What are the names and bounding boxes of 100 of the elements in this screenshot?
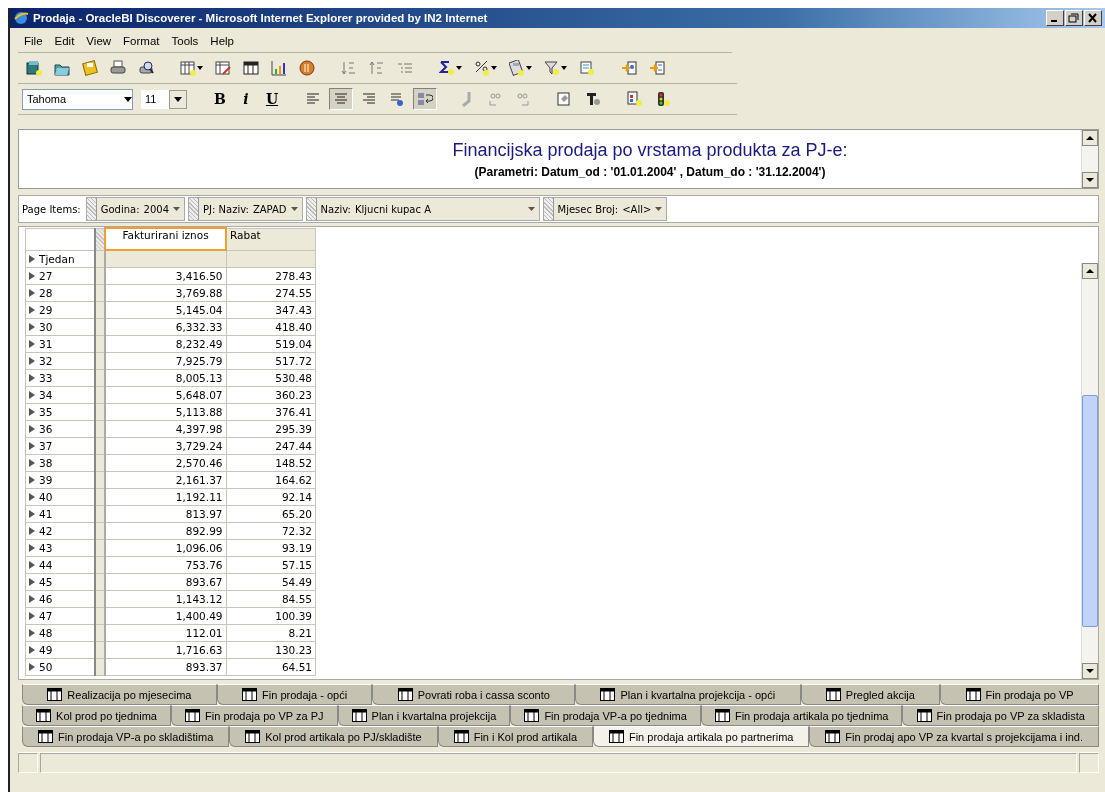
row-label: 42 <box>39 525 53 537</box>
scroll-up-icon[interactable] <box>1082 263 1098 279</box>
italic-button[interactable]: i <box>235 91 257 107</box>
menu-item[interactable]: Tools <box>167 34 203 48</box>
expand-arrow-icon[interactable] <box>29 595 35 603</box>
page-item-dropdown[interactable]: Mjesec Broj: <All> <box>542 197 668 221</box>
fill-color-icon <box>389 91 405 107</box>
sheet-tab[interactable]: Plan i kvartalna projekcija - opći <box>575 684 801 705</box>
align-right-icon <box>361 91 377 107</box>
table-cell: 4,397.98 <box>105 420 226 438</box>
sheet-tab[interactable]: Fin prodaja artikala po partnerima <box>592 726 810 747</box>
table-cell: 813.97 <box>105 505 226 523</box>
sheet-tab[interactable]: Fin prodaja VP-a po tjednima <box>510 705 701 726</box>
table-cell: 6,332.33 <box>105 318 226 336</box>
sheet-tab[interactable]: Fin prodaja VP-a po skladištima <box>22 726 230 747</box>
scroll-down-icon[interactable] <box>1082 663 1098 679</box>
minimize-icon[interactable] <box>1046 10 1064 26</box>
sheet-tab[interactable]: Fin prodaja po VP za PJ <box>171 705 338 726</box>
restore-icon[interactable] <box>1065 10 1083 26</box>
scrollbar[interactable] <box>1081 130 1098 188</box>
row-label: 40 <box>39 491 53 503</box>
scroll-down-icon[interactable] <box>1082 172 1098 188</box>
table-cell: 1,192.11 <box>105 488 226 506</box>
menu-item[interactable]: Help <box>206 34 238 48</box>
expand-arrow-icon[interactable] <box>29 578 35 586</box>
expand-arrow-icon[interactable] <box>29 493 35 501</box>
expand-arrow-icon[interactable] <box>29 510 35 518</box>
scroll-thumb[interactable] <box>1082 395 1098 627</box>
sheet-tab[interactable]: Fin prodaja - opći <box>216 684 373 705</box>
sheet-tab[interactable]: Fin prodaja artikala po tjednima <box>700 705 903 726</box>
table-cell: 100.39 <box>226 607 316 625</box>
menu-item[interactable]: View <box>82 34 116 48</box>
page-item-dropdown[interactable]: Godina: 2004 <box>85 197 185 221</box>
increase-decimal-icon <box>487 91 503 107</box>
row-label: 44 <box>39 559 53 571</box>
sheet-icon <box>965 688 981 701</box>
table-cell: 5,648.07 <box>105 386 226 404</box>
column-header[interactable]: Rabat <box>226 228 316 250</box>
caret-icon <box>456 66 462 70</box>
expand-arrow-icon[interactable] <box>29 527 35 535</box>
expand-arrow-icon[interactable] <box>29 340 35 348</box>
page-item-dropdown[interactable]: PJ: Naziv: ZAPAD <box>188 197 303 221</box>
traffic-light-icon <box>655 91 671 107</box>
sheet-tab[interactable]: Fin prodaj apo VP za kvartal s projekcijama i ind. <box>809 726 1099 747</box>
expand-arrow-icon[interactable] <box>29 425 35 433</box>
sheet-icon <box>916 709 932 722</box>
expand-arrow-icon[interactable] <box>29 391 35 399</box>
expand-arrow-icon[interactable] <box>29 374 35 382</box>
underline-button[interactable]: U <box>261 91 283 107</box>
sheet-tab[interactable]: Fin i Kol prod artikala <box>437 726 593 747</box>
column-header[interactable]: Fakturirani iznos <box>105 228 226 250</box>
text-format-icon <box>585 91 601 107</box>
expand-arrow-icon[interactable] <box>29 612 35 620</box>
font-dropdown[interactable]: Tahoma <box>22 88 133 110</box>
window-title: Prodaja - OracleBI Discoverer - Microsoft Internet Explorer provided by IN2 Internet <box>33 12 489 24</box>
table-cell: 92.14 <box>226 488 316 506</box>
menu-item[interactable]: Edit <box>50 34 79 48</box>
sheet-tab[interactable]: Kol prod po tjednima <box>22 705 171 726</box>
expand-arrow-icon[interactable] <box>29 459 35 467</box>
menu-item[interactable]: Format <box>119 34 164 48</box>
conditional-format-icon <box>627 91 643 107</box>
table-cell: 112.01 <box>105 624 226 642</box>
table-cell: 892.99 <box>105 522 226 540</box>
font-size-dropdown[interactable]: 11 <box>141 89 187 109</box>
expand-arrow-icon[interactable] <box>29 289 35 297</box>
expand-arrow-icon[interactable] <box>29 408 35 416</box>
table-cell: 274.55 <box>226 284 316 302</box>
caret-icon <box>174 96 182 102</box>
expand-arrow-icon[interactable] <box>29 323 35 331</box>
bold-button[interactable]: B <box>209 91 231 107</box>
sheet-tab[interactable]: Povrati roba i cassa sconto <box>372 684 576 705</box>
sheet-tab[interactable]: Kol prod artikala po PJ/skladište <box>229 726 438 747</box>
expand-arrow-icon[interactable] <box>29 561 35 569</box>
expand-arrow-icon[interactable] <box>29 544 35 552</box>
sheet-icon <box>185 709 201 722</box>
table-cell: 530.48 <box>226 369 316 387</box>
expand-arrow-icon[interactable] <box>29 306 35 314</box>
expand-arrow-icon[interactable] <box>29 476 35 484</box>
expand-arrow-icon[interactable] <box>29 646 35 654</box>
menu-item[interactable]: File <box>20 34 47 48</box>
sheet-tab[interactable]: Fin prodaja po VP <box>940 684 1099 705</box>
sheet-tab[interactable]: Pregled akcija <box>800 684 941 705</box>
scrollbar[interactable] <box>1081 263 1098 679</box>
sheet-tab[interactable]: Plan i kvartalna projekcija <box>337 705 511 726</box>
expand-arrow-icon[interactable] <box>29 357 35 365</box>
printer-icon <box>110 60 126 76</box>
expand-arrow-icon[interactable] <box>29 663 35 671</box>
caret-icon <box>197 66 203 70</box>
sheet-tab[interactable]: Realizacija po mjesecima <box>22 684 217 705</box>
expand-arrow-icon[interactable] <box>29 272 35 280</box>
table-cell: 7,925.79 <box>105 352 226 370</box>
sheet-tab[interactable]: Fin prodaja po VP za skladista <box>902 705 1099 726</box>
table-cell: 3,769.88 <box>105 284 226 302</box>
table-cell: 164.62 <box>226 471 316 489</box>
page-item-dropdown[interactable]: Naziv: Kljucni kupac A <box>305 197 540 221</box>
expand-arrow-icon[interactable] <box>29 442 35 450</box>
scroll-up-icon[interactable] <box>1082 130 1098 146</box>
close-icon[interactable] <box>1084 10 1102 26</box>
expand-arrow-icon[interactable] <box>29 629 35 637</box>
sheet-icon <box>36 709 52 722</box>
